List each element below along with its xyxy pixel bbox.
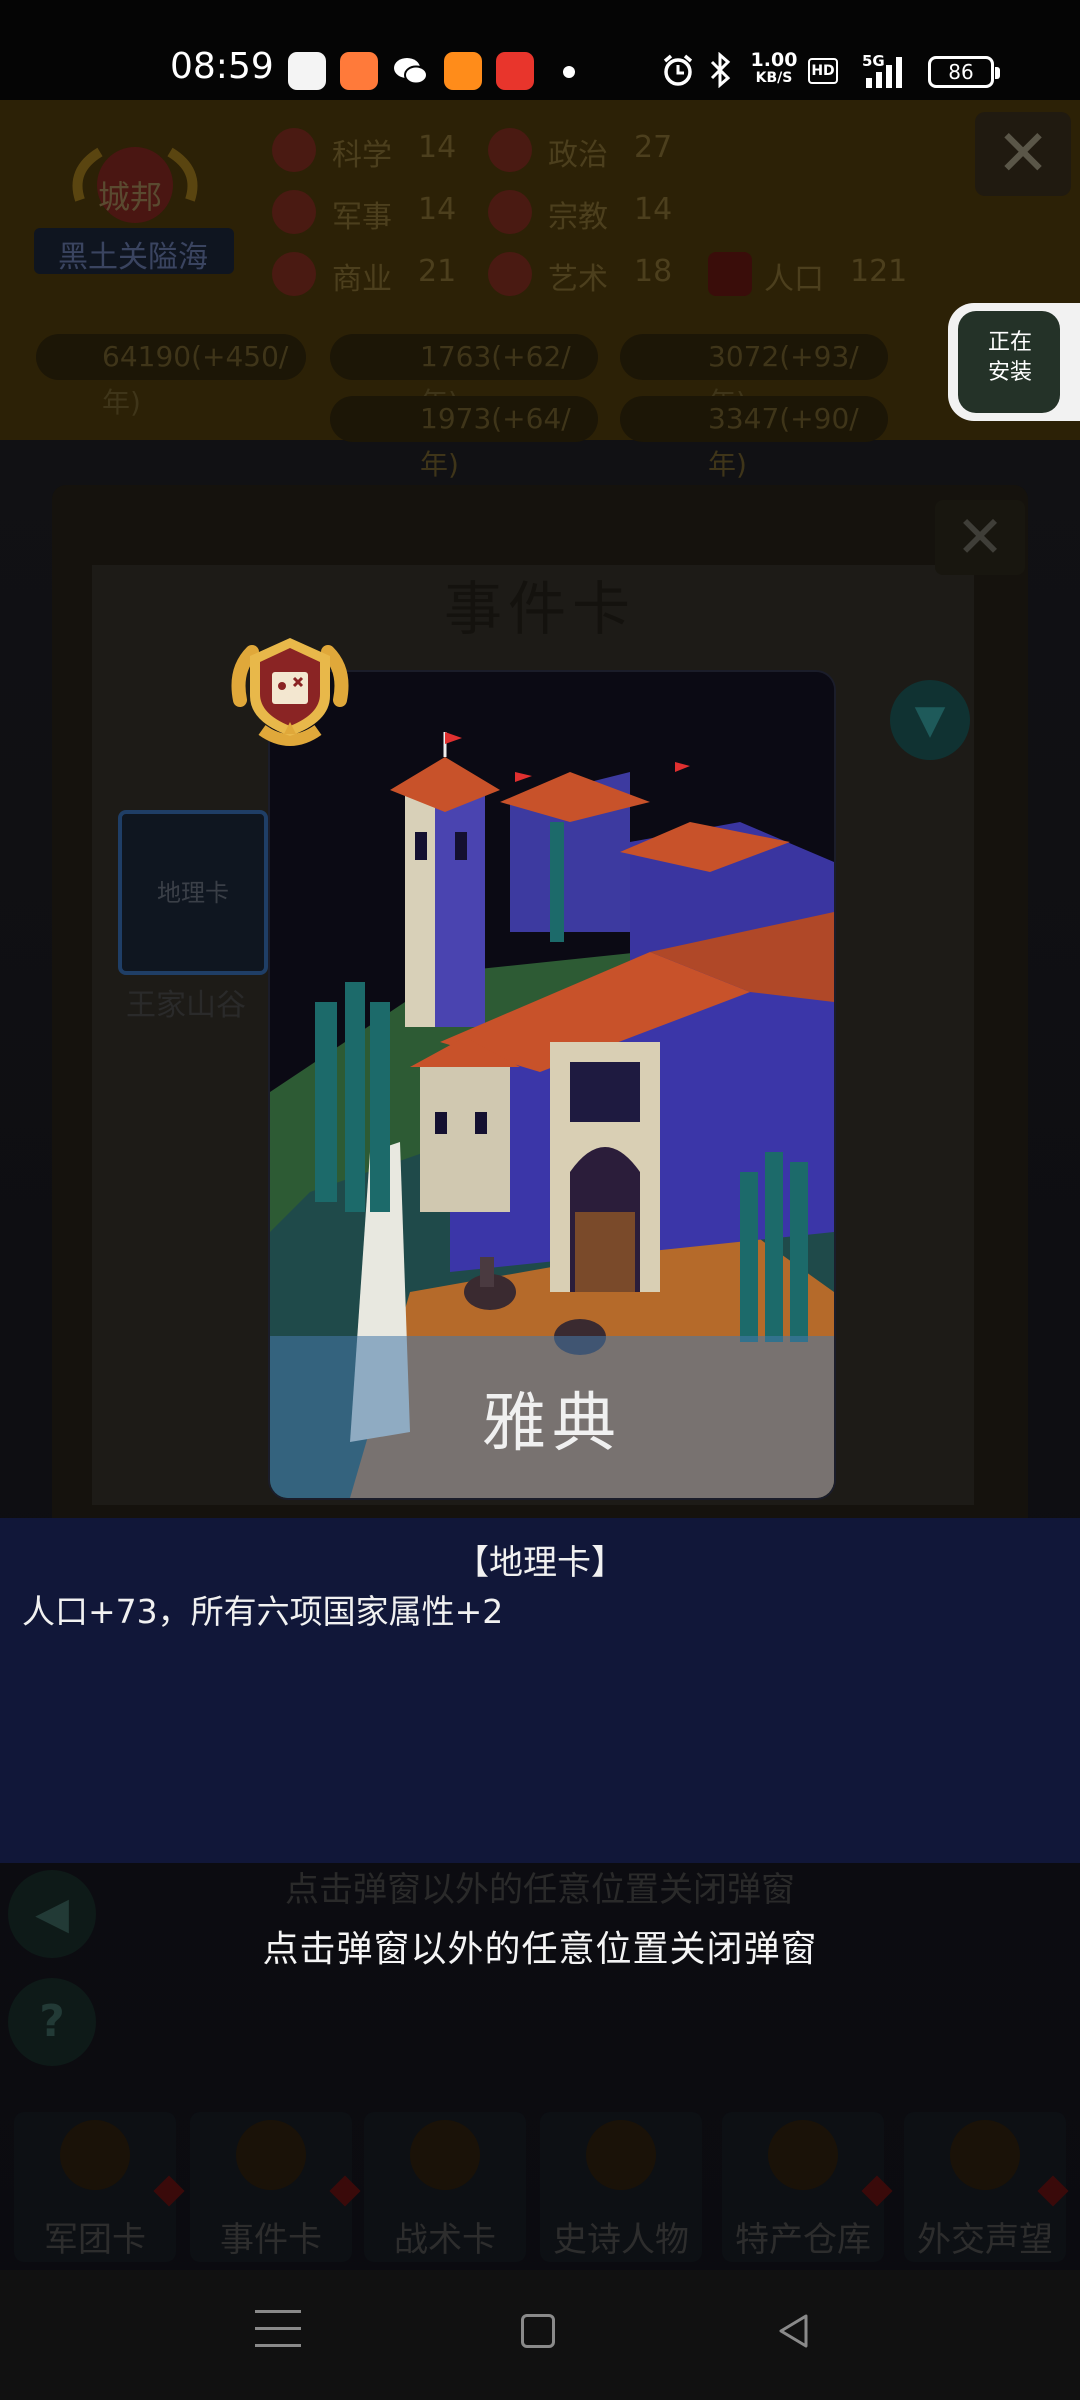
science-icon (272, 128, 316, 172)
card-type: 【地理卡】 (455, 1543, 625, 1583)
back-button[interactable] (776, 2313, 812, 2349)
tab-legion-cards: 军团卡 (14, 2112, 185, 2262)
network-speed: 1.00 KB/S (750, 49, 798, 87)
app-notification-icon (496, 52, 534, 90)
stat-religion-value: 14 (634, 192, 673, 227)
notification-dot (153, 2175, 185, 2207)
bluetooth-icon (706, 48, 736, 92)
crossed-swords-icon (410, 2120, 480, 2190)
envelope-icon (950, 2120, 1020, 2190)
stat-science-value: 14 (418, 130, 457, 165)
stat-commerce-label: 商业 (332, 262, 392, 297)
city-name: 黑土关隘海 (58, 240, 208, 275)
tab-label: 战术卡 (394, 2220, 496, 2260)
chest-icon (768, 2120, 838, 2190)
recent-apps-button[interactable] (255, 2310, 301, 2350)
wechat-icon (392, 52, 430, 90)
event-card: 雅典 (270, 672, 834, 1498)
tab-label: 外交声望 (917, 2220, 1053, 2260)
geography-badge-icon (231, 638, 349, 746)
tab-tactic-cards: 战术卡 (364, 2112, 526, 2262)
signal-icon (862, 50, 914, 94)
alarm-icon (658, 48, 698, 92)
app-notification-icon (444, 52, 482, 90)
resource-wood: 1763(+62/年) (330, 334, 598, 419)
stat-science-label: 科学 (332, 138, 392, 173)
close-hint: 点击弹窗以外的任意位置关闭弹窗 (262, 1929, 818, 1970)
card-name: 雅典 (482, 1387, 622, 1461)
tab-label: 军团卡 (44, 2220, 146, 2260)
stat-population-label: 人口 (764, 262, 824, 297)
tab-label: 事件卡 (220, 2220, 322, 2260)
sound-icon: ◀ (8, 1870, 96, 1958)
more-notifications-icon (563, 66, 575, 78)
notification-dot (329, 2175, 361, 2207)
tab-event-cards: 事件卡 (190, 2112, 361, 2262)
stat-commerce-value: 21 (418, 254, 457, 289)
resource-iron: 1973(+64/年) (330, 396, 598, 481)
scroll-icon (236, 2120, 306, 2190)
art-icon (488, 252, 532, 296)
stat-art-label: 艺术 (548, 262, 608, 297)
status-bar: 08:59 1.00 KB/S HD 5G 86 (0, 0, 1080, 100)
crown-icon (586, 2120, 656, 2190)
status-time: 08:59 (170, 46, 274, 87)
stat-military-value: 14 (418, 192, 457, 227)
tab-diplomacy: 外交声望 (904, 2112, 1069, 2262)
background-card-name: 王家山谷 (126, 988, 246, 1023)
stat-population-value: 121 (850, 254, 908, 289)
close-hint-background: 点击弹窗以外的任意位置关闭弹窗 (285, 1870, 795, 1910)
bottom-tab-bar: 军团卡 事件卡 战术卡 史诗人物 特产仓库 外交声望 (0, 2100, 1080, 2270)
stat-military-label: 军事 (332, 200, 392, 235)
battery-indicator: 86 (928, 56, 1000, 88)
home-button[interactable] (521, 2314, 555, 2348)
tab-epic-figures: 史诗人物 (540, 2112, 702, 2262)
stat-religion-label: 宗教 (548, 200, 608, 235)
stat-politics-value: 27 (634, 130, 673, 165)
notification-dot (1037, 2175, 1069, 2207)
background-card-type: 地理卡 (157, 879, 229, 907)
military-icon (272, 190, 316, 234)
commerce-icon (272, 252, 316, 296)
tab-label: 特产仓库 (735, 2220, 871, 2260)
installing-label: 正在 安装 (987, 330, 1032, 385)
panel-close-button: ✕ (935, 500, 1025, 575)
helmet-icon (60, 2120, 130, 2190)
hd-icon: HD (808, 58, 838, 84)
notification-dot (861, 2175, 893, 2207)
resource-stone: 3072(+93/年) (620, 334, 888, 419)
panel-title: 事件卡 (443, 575, 636, 643)
religion-icon (488, 190, 532, 234)
app-notification-icon (340, 52, 378, 90)
tab-label: 史诗人物 (553, 2220, 689, 2260)
hud-close-button: ✕ (975, 112, 1071, 196)
city-type: 城邦 (98, 178, 163, 216)
filter-icon: ▼ (890, 680, 970, 760)
resource-gold: 64190(+450/年) (36, 334, 306, 419)
card-effect: 人口+73，所有六项国家属性+2 (22, 1592, 504, 1631)
resource-food: 3347(+90/年) (620, 396, 888, 481)
installing-widget[interactable]: 正在 安装 (948, 303, 1080, 421)
stat-politics-label: 政治 (548, 138, 608, 173)
tab-specialty-warehouse: 特产仓库 (722, 2112, 893, 2262)
population-icon (708, 252, 752, 296)
app-notification-icon (288, 52, 326, 90)
stat-art-value: 18 (634, 254, 673, 289)
help-icon: ? (8, 1978, 96, 2066)
politics-icon (488, 128, 532, 172)
